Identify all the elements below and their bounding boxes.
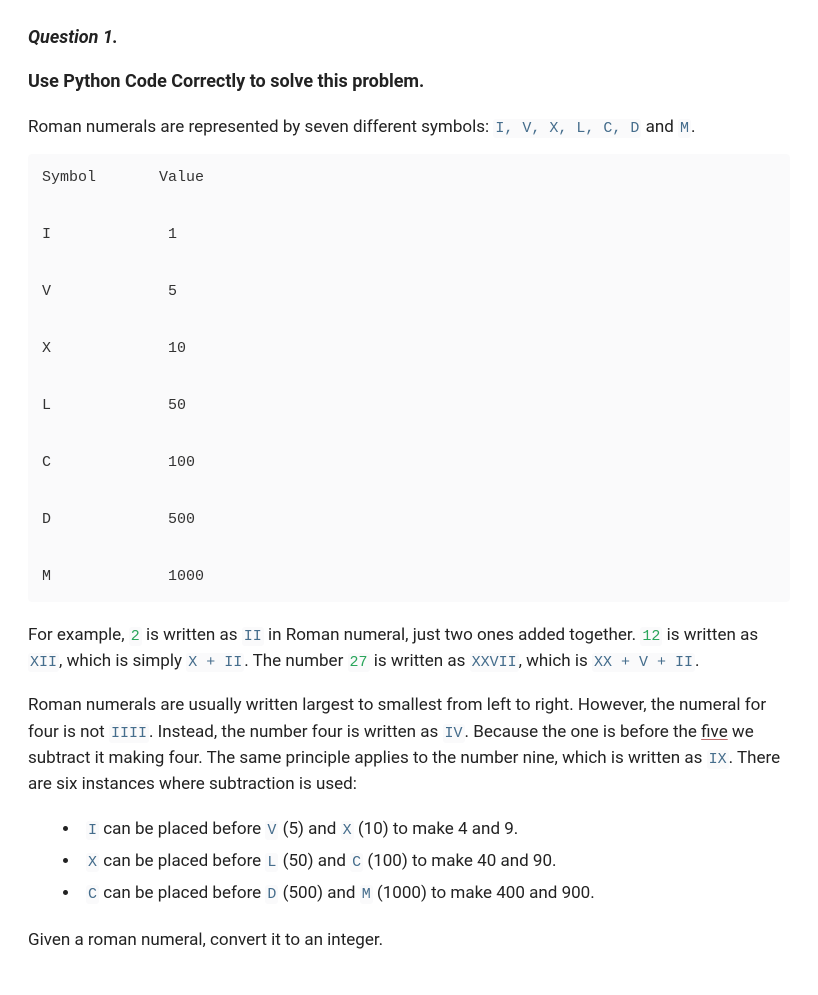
final-instruction: Given a roman numeral, convert it to an … (28, 927, 790, 953)
intro-paragraph: Roman numerals are represented by seven … (28, 114, 790, 140)
list-item: I can be placed before V (5) and X (10) … (80, 816, 790, 842)
list-item: X can be placed before L (50) and C (100… (80, 848, 790, 874)
t: (100) to make 40 and 90. (363, 851, 556, 871)
sym-v: V (42, 283, 51, 300)
t: can be placed before (99, 883, 265, 903)
intro-dot: . (691, 117, 695, 137)
question-subtitle: Use Python Code Correctly to solve this … (28, 68, 790, 96)
val-10: 10 (168, 340, 186, 357)
code-iv: IV (443, 724, 465, 743)
t: is written as (662, 625, 758, 645)
val-50: 50 (168, 397, 186, 414)
t: can be placed before (99, 851, 265, 871)
code-12: 12 (640, 627, 662, 646)
t: . (695, 651, 699, 671)
code-ii: II (242, 627, 264, 646)
code-x: X (341, 821, 354, 840)
code-l: L (265, 853, 278, 872)
val-500: 500 (168, 511, 195, 528)
sym-l: L (42, 397, 51, 414)
t: (1000) to make 400 and 900. (373, 883, 595, 903)
code-iiii: IIII (109, 724, 149, 743)
code-27: 27 (348, 653, 370, 672)
code-xx-v-ii: XX + V + II (592, 653, 695, 672)
code-m: M (360, 885, 373, 904)
t: , which is simply (59, 651, 186, 671)
t: . Instead, the number four is written as (149, 722, 443, 742)
t: , which is (519, 651, 592, 671)
code-x-plus-ii: X + II (186, 653, 244, 672)
question-title: Question 1. (28, 24, 790, 52)
intro-and: and (641, 117, 678, 137)
code-v: V (265, 821, 278, 840)
code-xii: XII (28, 653, 59, 672)
example-paragraph: For example, 2 is written as II in Roman… (28, 622, 790, 675)
col-header-symbol: Symbol (42, 169, 96, 186)
code-2: 2 (129, 627, 142, 646)
t: . The number (244, 651, 347, 671)
intro-text: Roman numerals are represented by seven … (28, 117, 493, 137)
symbol-value-table: Symbol Value I 1 V 5 X 10 L 50 C 100 D 5… (28, 154, 790, 602)
underline-five: five (701, 722, 728, 742)
col-header-value: Value (159, 169, 204, 186)
symbol-list: I, V, X, L, C, D (493, 119, 641, 138)
sym-c: C (42, 454, 51, 471)
val-1000: 1000 (168, 568, 204, 585)
t: is written as (142, 625, 242, 645)
sym-x: X (42, 340, 51, 357)
code-c: C (86, 885, 99, 904)
subtraction-rules-list: I can be placed before V (5) and X (10) … (28, 816, 790, 907)
code-i: I (86, 821, 99, 840)
val-1: 1 (168, 226, 177, 243)
val-5: 5 (168, 283, 177, 300)
t: can be placed before (99, 819, 265, 839)
code-c: C (350, 853, 363, 872)
list-item: C can be placed before D (500) and M (10… (80, 880, 790, 906)
code-d: D (265, 885, 278, 904)
symbol-m: M (678, 119, 691, 138)
sym-d: D (42, 511, 51, 528)
code-xxvii: XXVII (470, 653, 519, 672)
t: (500) and (278, 883, 359, 903)
t: in Roman numeral, just two ones added to… (264, 625, 641, 645)
t: (10) to make 4 and 9. (354, 819, 519, 839)
t: . Because the one is before the (465, 722, 702, 742)
t: For example, (28, 625, 129, 645)
val-100: 100 (168, 454, 195, 471)
subtraction-paragraph: Roman numerals are usually written large… (28, 692, 790, 797)
t: (5) and (278, 819, 340, 839)
sym-m: M (42, 568, 51, 585)
sym-i: I (42, 226, 51, 243)
t: is written as (370, 651, 470, 671)
t: (50) and (278, 851, 350, 871)
code-ix: IX (707, 750, 729, 769)
code-x: X (86, 853, 99, 872)
